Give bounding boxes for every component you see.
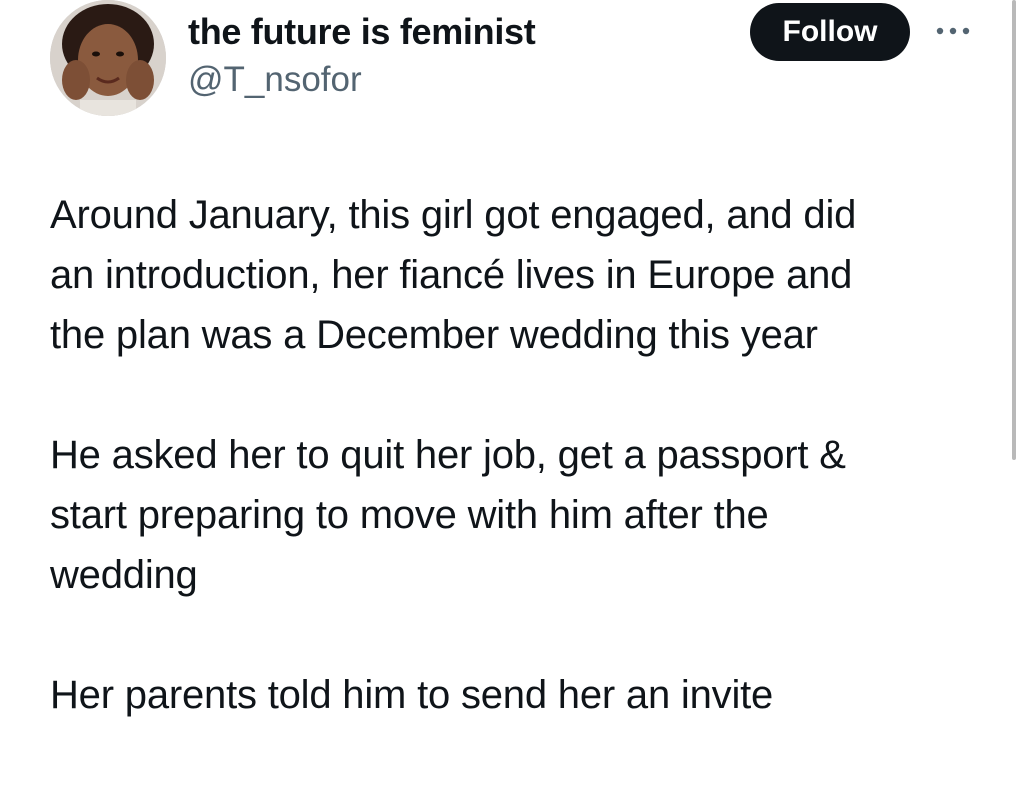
tweet-header: the future is feminist @T_nsofor Follow <box>0 0 1024 130</box>
tweet-paragraph: Around January, this girl got engaged, a… <box>50 193 857 357</box>
more-options-button[interactable] <box>930 16 976 46</box>
author-avatar[interactable] <box>50 0 166 116</box>
follow-button[interactable]: Follow <box>750 3 910 61</box>
tweet-paragraph: Her parents told him to send her an invi… <box>50 673 774 717</box>
scrollbar[interactable] <box>1012 0 1016 460</box>
tweet-text: Around January, this girl got engaged, a… <box>50 185 990 785</box>
tweet-paragraph: He asked her to quit her job, get a pass… <box>50 433 846 597</box>
avatar-image <box>50 0 166 116</box>
author-display-name[interactable]: the future is feminist <box>188 10 536 54</box>
author-info: the future is feminist @T_nsofor <box>188 10 536 102</box>
author-handle[interactable]: @T_nsofor <box>188 58 535 102</box>
more-horizontal-icon <box>936 27 970 35</box>
